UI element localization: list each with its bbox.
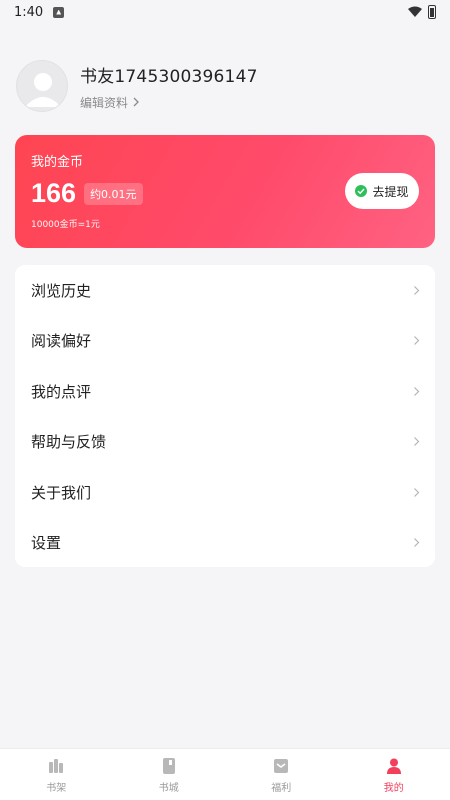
coin-amount: 166: [31, 178, 77, 208]
default-avatar-icon: [25, 73, 61, 107]
notification-icon: [53, 6, 65, 18]
coin-exchange-rate: 10000金币=1元: [31, 220, 100, 230]
withdraw-button[interactable]: 去提现: [345, 173, 419, 209]
status-time: 1:40: [14, 4, 44, 20]
settings-menu: 浏览历史 阅读偏好 我的点评 帮助与反馈 关于我们 设置: [15, 265, 435, 567]
chevron-right-icon: [414, 386, 420, 396]
menu-item-label: 帮助与反馈: [31, 433, 107, 452]
menu-item-help-feedback[interactable]: 帮助与反馈: [15, 417, 435, 468]
nav-tab-mine[interactable]: 我的: [338, 749, 450, 800]
status-bar: 1:40: [0, 0, 450, 24]
coin-title: 我的金币: [31, 155, 84, 170]
menu-item-label: 我的点评: [31, 382, 92, 401]
withdraw-label: 去提现: [372, 184, 409, 199]
chevron-right-icon: [414, 336, 420, 346]
coin-approx-value: 约0.01元: [84, 182, 143, 205]
profile-header[interactable]: 书友1745300396147 编辑资料: [16, 60, 258, 112]
chevron-right-icon: [133, 97, 139, 107]
menu-item-label: 阅读偏好: [31, 332, 92, 351]
bottom-nav: 书架 书城 福利 我的: [0, 748, 450, 800]
nav-tab-welfare[interactable]: 福利: [225, 749, 338, 800]
nav-tab-label: 书城: [158, 782, 179, 794]
avatar[interactable]: [16, 60, 68, 112]
gift-icon: [274, 758, 289, 773]
nav-tab-label: 我的: [383, 782, 404, 794]
nav-tab-bookshelf[interactable]: 书架: [0, 749, 113, 800]
menu-item-label: 关于我们: [31, 483, 92, 502]
edit-profile-label: 编辑资料: [80, 95, 129, 110]
nav-tab-label: 书架: [46, 782, 67, 794]
check-circle-icon: [355, 185, 368, 197]
chevron-right-icon: [414, 437, 420, 447]
wifi-icon: [408, 6, 422, 17]
chevron-right-icon: [414, 538, 420, 548]
person-icon: [386, 758, 401, 774]
nav-tab-bookstore[interactable]: 书城: [113, 749, 226, 800]
edit-profile-link[interactable]: 编辑资料: [80, 94, 258, 111]
nav-tab-label: 福利: [271, 782, 292, 794]
battery-icon: [428, 5, 436, 19]
menu-item-about-us[interactable]: 关于我们: [15, 467, 435, 518]
menu-item-label: 浏览历史: [31, 281, 92, 300]
chevron-right-icon: [414, 487, 420, 497]
menu-item-settings[interactable]: 设置: [15, 518, 435, 569]
menu-item-history[interactable]: 浏览历史: [15, 265, 435, 316]
coin-card: 我的金币 166 约0.01元 10000金币=1元 去提现: [15, 135, 435, 248]
menu-item-label: 设置: [31, 534, 62, 553]
chevron-right-icon: [414, 285, 420, 295]
bookshelf-icon: [49, 758, 64, 773]
bookstore-icon: [162, 757, 175, 774]
username: 书友1745300396147: [80, 66, 258, 87]
menu-item-my-reviews[interactable]: 我的点评: [15, 366, 435, 417]
menu-item-reading-preference[interactable]: 阅读偏好: [15, 316, 435, 367]
